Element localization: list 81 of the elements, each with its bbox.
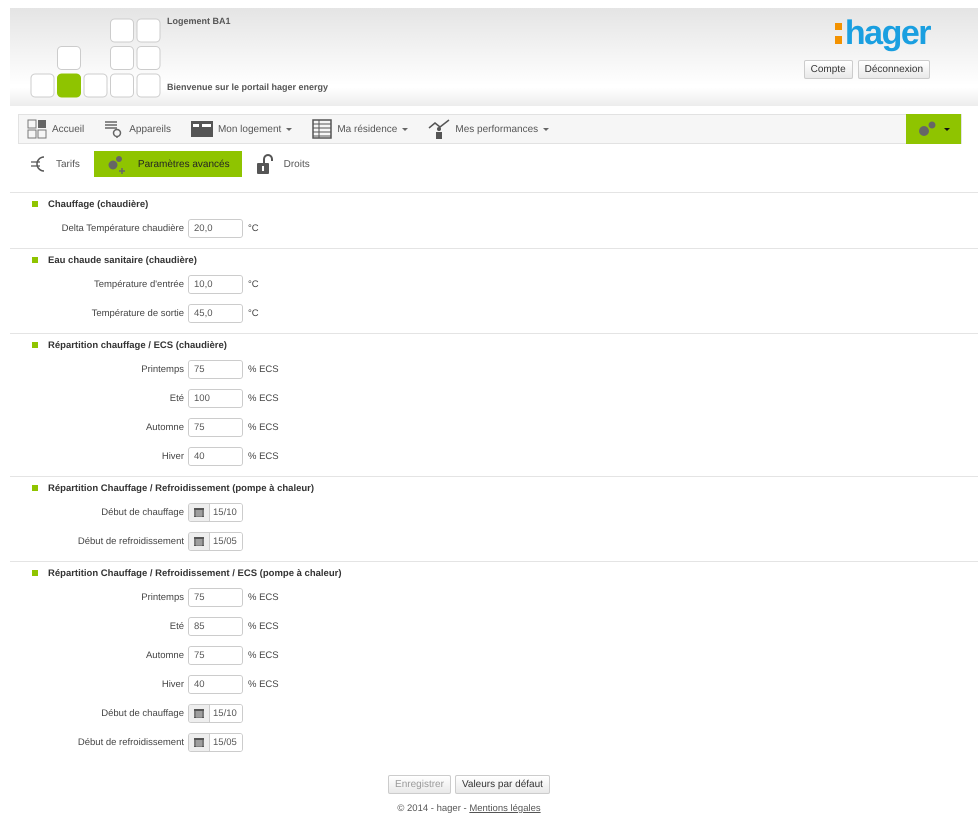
header-button[interactable]: Déconnexion bbox=[858, 60, 930, 79]
section-title: Répartition chauffage / ECS (chaudière) bbox=[48, 340, 227, 350]
sub-tab[interactable]: Droits bbox=[244, 151, 322, 177]
unit-label: % ECS bbox=[248, 364, 279, 375]
panel-icon bbox=[190, 120, 213, 138]
input-field[interactable]: 75 bbox=[188, 646, 243, 665]
input-field[interactable]: 100 bbox=[188, 389, 243, 408]
sub-tab[interactable]: Paramètres avancés bbox=[94, 151, 242, 177]
colon-mark-icon bbox=[834, 22, 842, 44]
input-field[interactable]: 10,0 bbox=[188, 275, 243, 294]
bullet-icon bbox=[32, 201, 38, 207]
welcome-text: Bienvenue sur le portail hager energy bbox=[167, 82, 330, 92]
unit-label: % ECS bbox=[248, 650, 279, 661]
euro-icon bbox=[30, 154, 46, 174]
unit-label: % ECS bbox=[248, 592, 279, 603]
bullet-icon bbox=[32, 257, 38, 263]
calendar-icon bbox=[194, 709, 204, 718]
date-field[interactable]: 15/05 bbox=[188, 532, 243, 551]
unit-label: % ECS bbox=[248, 451, 279, 462]
input-field[interactable]: 20,0 bbox=[188, 219, 243, 238]
unit-label: °C bbox=[248, 308, 259, 319]
field-label: Delta Température chaudière bbox=[60, 223, 185, 234]
section-title: Répartition Chauffage / Refroidissement / ECS (pompe à chaleur) bbox=[48, 568, 342, 578]
building-icon bbox=[312, 119, 332, 139]
grid-icon bbox=[27, 119, 47, 139]
field-label: Printemps bbox=[140, 592, 185, 603]
nav-item[interactable]: Accueil bbox=[27, 119, 84, 139]
input-field[interactable]: 75 bbox=[188, 360, 243, 379]
settings-menu-button[interactable] bbox=[906, 114, 961, 144]
field-label: Température de sortie bbox=[90, 308, 185, 319]
field-label: Hiver bbox=[160, 679, 185, 690]
unit-label: % ECS bbox=[248, 621, 279, 632]
section-title: Eau chaude sanitaire (chaudière) bbox=[48, 254, 197, 266]
date-field[interactable]: 15/10 bbox=[188, 503, 243, 522]
field-label: Hiver bbox=[160, 451, 185, 462]
calendar-icon bbox=[194, 537, 204, 546]
unit-label: % ECS bbox=[248, 679, 279, 690]
footer-text: © 2014 - hager - Mentions légales bbox=[397, 803, 541, 814]
date-field[interactable]: 15/05 bbox=[188, 733, 243, 752]
field-label: Début de chauffage bbox=[100, 507, 185, 518]
unit-label: °C bbox=[248, 223, 259, 234]
section-title: Chauffage (chaudière) bbox=[48, 198, 148, 210]
field-label: Début de refroidissement bbox=[76, 737, 185, 748]
unit-label: % ECS bbox=[248, 393, 279, 404]
input-field[interactable]: 75 bbox=[188, 588, 243, 607]
calendar-icon bbox=[194, 508, 204, 517]
header-button[interactable]: Compte bbox=[804, 60, 853, 79]
nav-item[interactable]: Appareils bbox=[104, 119, 171, 139]
field-label: Eté bbox=[168, 621, 185, 632]
unit-label: °C bbox=[248, 279, 259, 290]
nav-item[interactable]: Mes performances bbox=[428, 119, 550, 139]
field-label: Automne bbox=[144, 422, 185, 433]
legal-link[interactable]: Mentions légales bbox=[469, 803, 541, 814]
input-field[interactable]: 85 bbox=[188, 617, 243, 636]
field-label: Printemps bbox=[140, 364, 185, 375]
field-label: Automne bbox=[144, 650, 185, 661]
input-field[interactable]: 40 bbox=[188, 675, 243, 694]
input-field[interactable]: 75 bbox=[188, 418, 243, 437]
bullet-icon bbox=[32, 485, 38, 491]
field-label: Eté bbox=[168, 393, 185, 404]
field-label: Température d'entrée bbox=[92, 279, 185, 290]
home-name: Logement BA1 bbox=[167, 16, 232, 26]
bullet-icon bbox=[32, 570, 38, 576]
input-field[interactable]: 45,0 bbox=[188, 304, 243, 323]
date-field[interactable]: 15/10 bbox=[188, 704, 243, 723]
field-label: Début de chauffage bbox=[100, 708, 185, 719]
bullet-icon bbox=[32, 342, 38, 348]
nav-item[interactable]: Ma résidence bbox=[312, 119, 408, 139]
padlock-icon bbox=[256, 153, 274, 175]
settings-icon bbox=[918, 121, 938, 137]
action-button[interactable]: Valeurs par défaut bbox=[454, 775, 550, 794]
brand-logo: hager bbox=[844, 16, 930, 50]
chart-person-icon bbox=[428, 119, 450, 139]
calendar-icon bbox=[194, 738, 204, 747]
section-title: Répartition Chauffage / Refroidissement (pompe à chaleur) bbox=[48, 482, 314, 494]
nav-item[interactable]: Mon logement bbox=[190, 120, 292, 138]
sub-tab[interactable]: Tarifs bbox=[18, 151, 92, 177]
field-label: Début de refroidissement bbox=[76, 536, 185, 547]
unit-label: % ECS bbox=[248, 422, 279, 433]
gears-icon bbox=[106, 154, 128, 174]
input-field[interactable]: 40 bbox=[188, 447, 243, 466]
